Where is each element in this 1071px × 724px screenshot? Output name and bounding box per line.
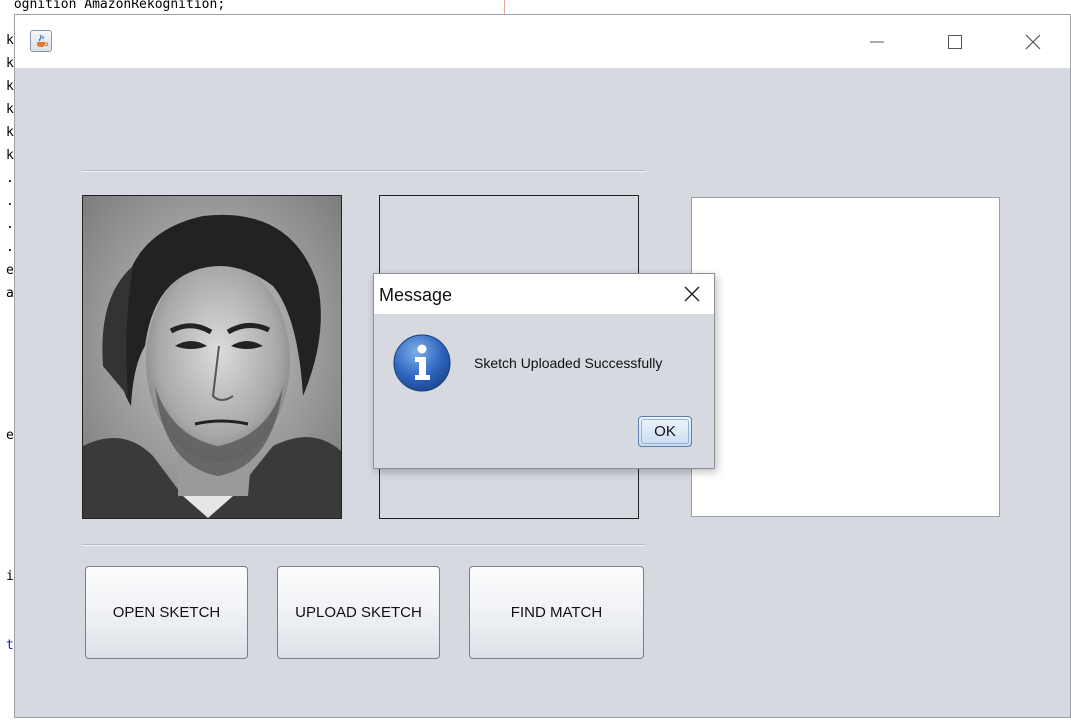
match-result-panel [691,197,1000,517]
code-char: t [6,638,14,653]
upload-sketch-button[interactable]: UPLOAD SKETCH [277,566,440,659]
window-titlebar[interactable] [15,15,1070,68]
code-char: i [6,569,14,584]
code-char: k [6,33,14,48]
code-char: e [6,263,14,278]
close-icon [1025,34,1041,49]
code-char: . [6,194,14,209]
code-text: kognition AmazonRekognition; [6,0,226,12]
dialog-close-button[interactable] [678,280,706,308]
code-char: k [6,148,14,163]
info-icon [393,334,451,392]
top-separator [82,170,645,172]
ok-button[interactable]: OK [638,416,692,447]
dialog-title: Message [379,285,453,305]
code-char: k [6,102,14,117]
minimize-button[interactable] [854,15,900,68]
open-sketch-button[interactable]: OPEN SKETCH [85,566,248,659]
code-char: k [6,56,14,71]
app-window: OPEN SKETCH UPLOAD SKETCH FIND MATCH Mes… [14,14,1071,718]
editor-gutter: k k k k k k . . . . e a e i t [0,0,14,724]
sketch-portrait-image [83,196,341,518]
code-char: . [6,171,14,186]
code-char: . [6,217,14,232]
java-app-icon[interactable] [30,30,52,52]
bottom-separator [82,544,645,546]
code-char: a [6,286,14,301]
code-char: k [6,125,14,140]
sketch-photo-panel [82,195,342,519]
close-icon [684,286,700,302]
message-dialog: Message Sketch Uploaded Successfully OK [373,273,715,469]
dialog-titlebar[interactable]: Message [374,274,714,314]
ok-button-label: OK [641,419,689,444]
editor-margin-guide [504,0,505,14]
maximize-icon [948,34,962,49]
code-char: e [6,428,14,443]
close-button[interactable] [1010,15,1056,68]
maximize-button[interactable] [932,15,978,68]
code-char: . [6,240,14,255]
code-char: k [6,79,14,94]
background-code-line: kognition AmazonRekognition; [0,0,1071,14]
dialog-message: Sketch Uploaded Successfully [474,355,663,371]
find-match-button[interactable]: FIND MATCH [469,566,644,659]
minimize-icon [870,41,884,42]
